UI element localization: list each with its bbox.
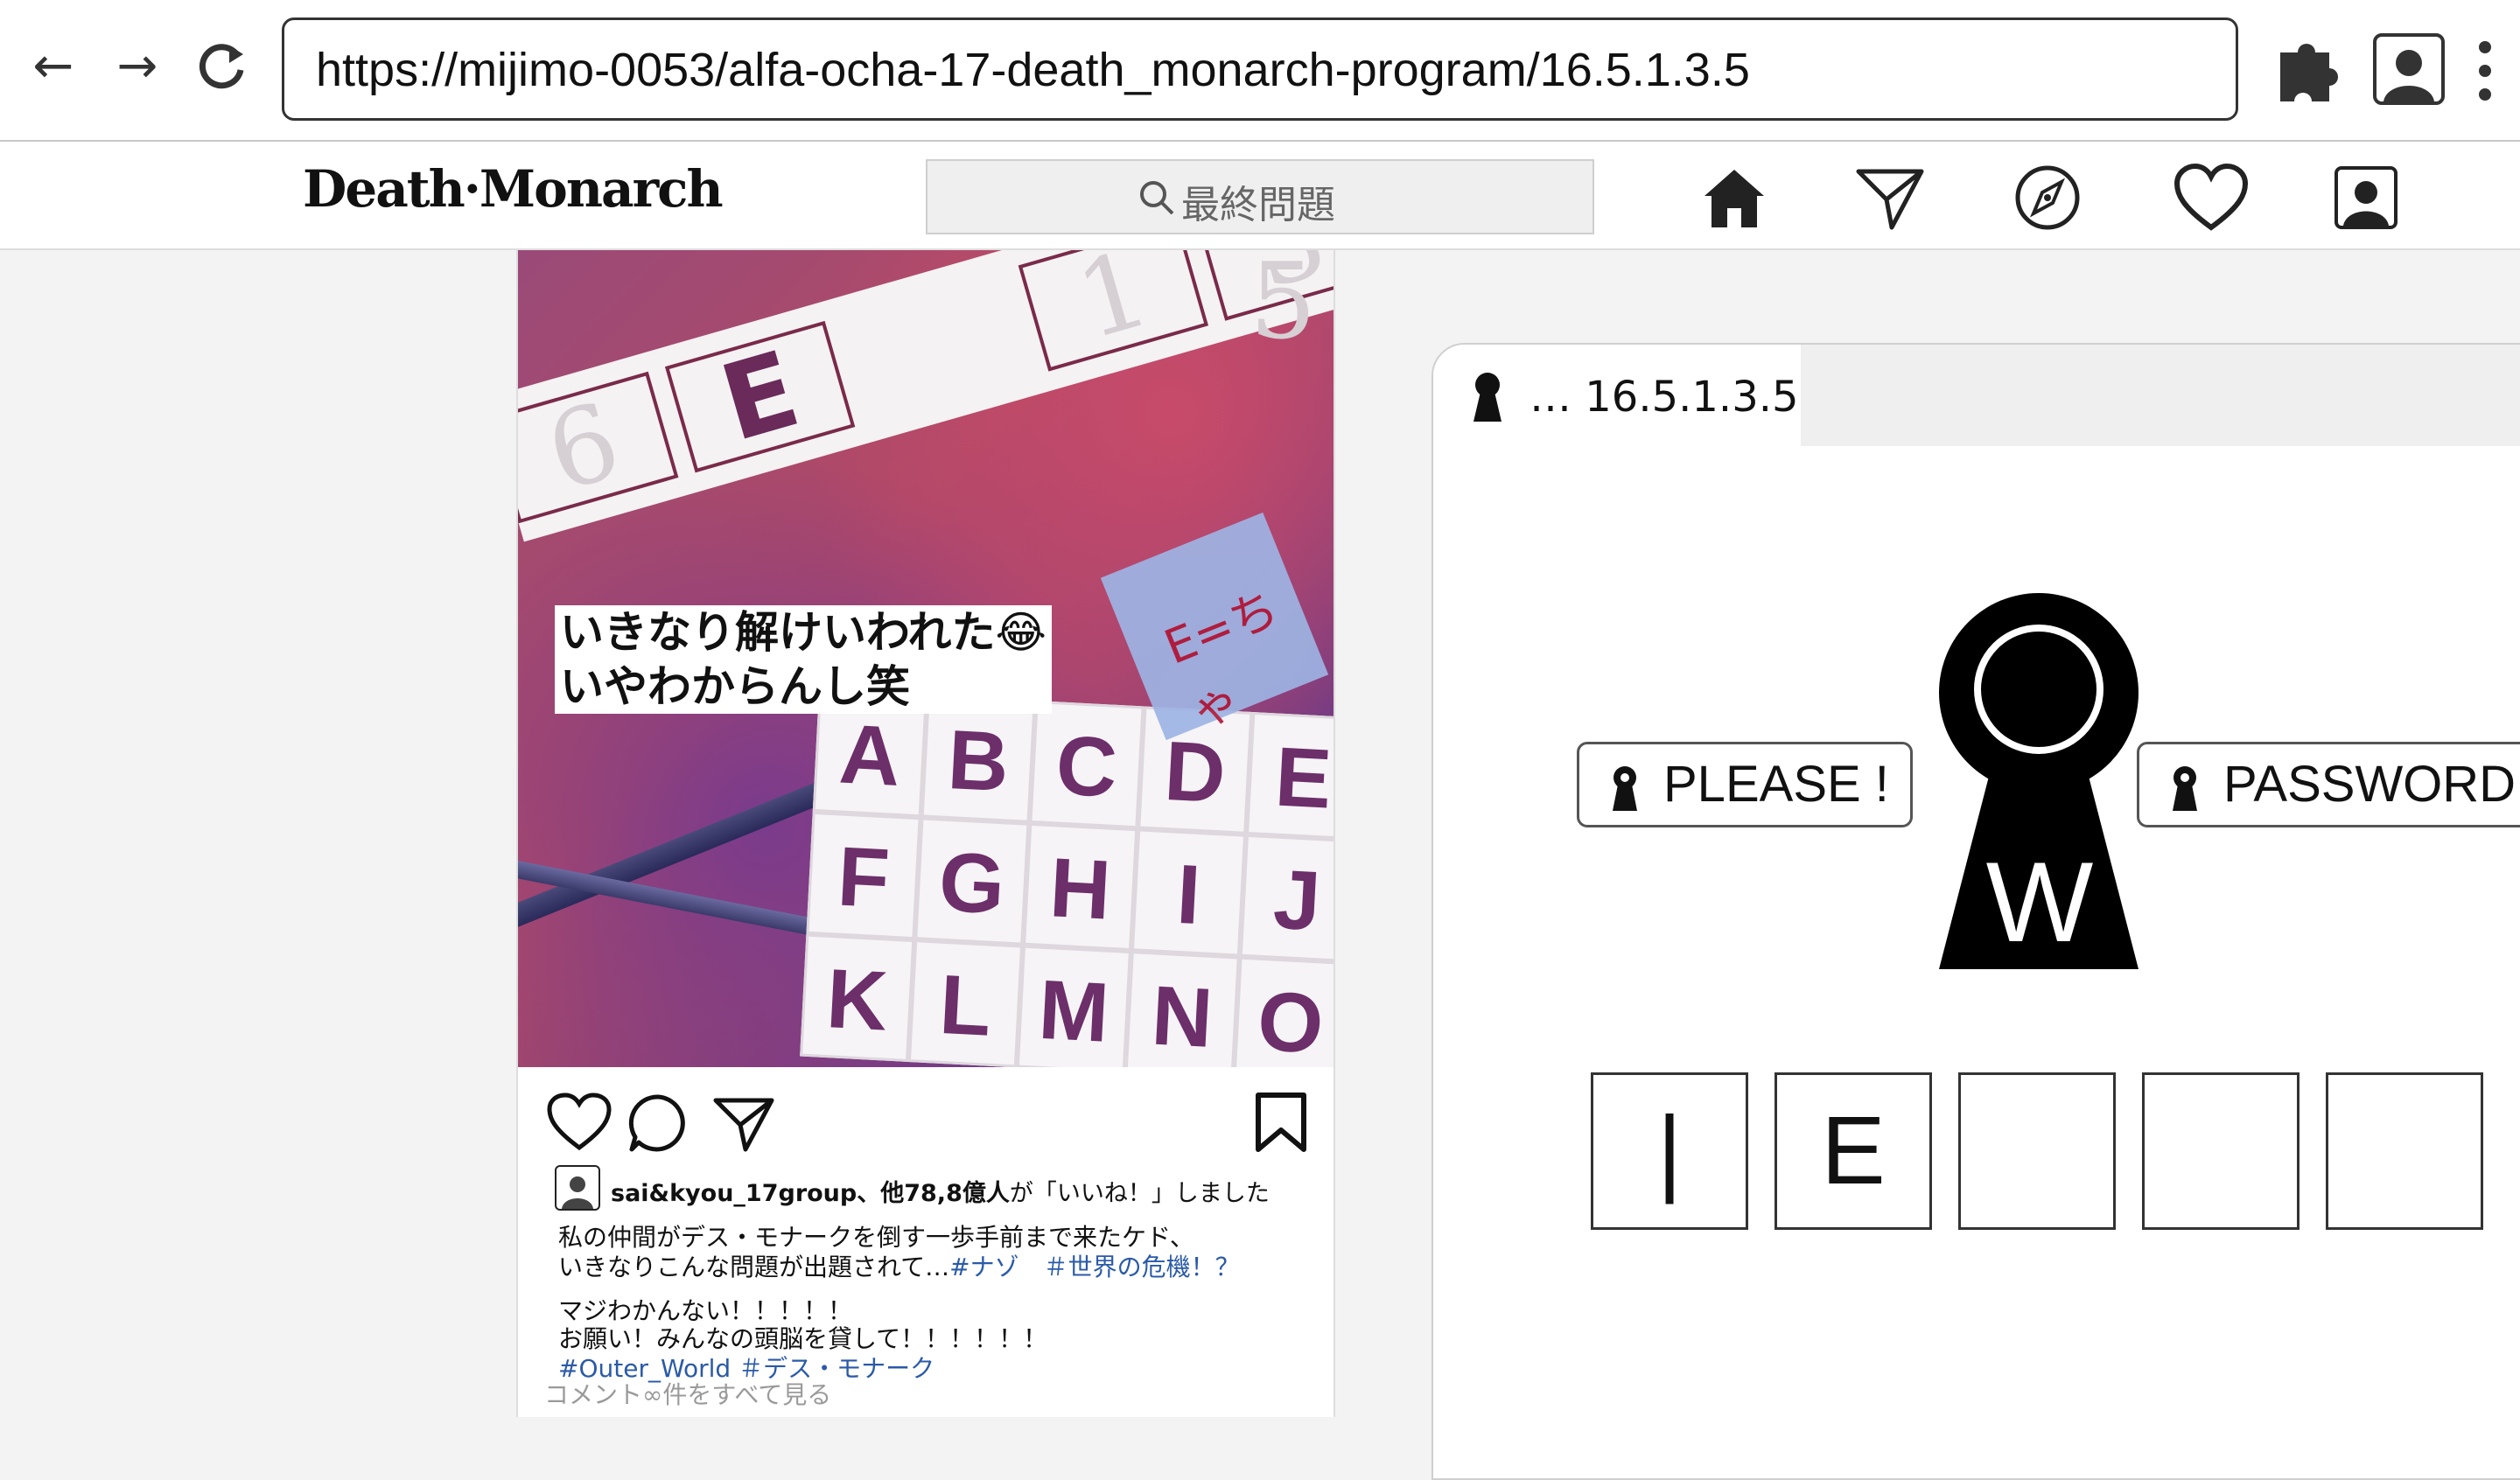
- letter-tile: M: [1016, 945, 1131, 1067]
- panel-tab[interactable]: … 16.5.1.3.5: [1433, 345, 1801, 446]
- browser-toolbar: ← → https://mijimo-0053/alfa-ocha-17-dea…: [0, 0, 2520, 142]
- letter-tile: J: [1239, 834, 1334, 963]
- strip-cell: E: [664, 320, 856, 473]
- search-input[interactable]: 最終問題: [926, 159, 1594, 234]
- big-keyhole-icon: W: [1937, 591, 2147, 976]
- password-label: PASSWORD !: [2137, 742, 2520, 827]
- post-body-line: いきなりこんな問題が出題されて…#ナゾ ＃世界の危機！？: [558, 1253, 1240, 1282]
- view-all-comments-link[interactable]: コメント∞件をすべて見る: [544, 1380, 831, 1410]
- bookmark-icon[interactable]: [1253, 1092, 1320, 1158]
- caption-line: いやわからんし笑: [560, 661, 910, 712]
- keyhole-icon: [1613, 766, 1637, 811]
- password-char-box[interactable]: |: [1591, 1072, 1748, 1230]
- keyhole-icon: [1474, 373, 1502, 422]
- caption-line: いきなり解けいわれた😂: [560, 607, 1046, 658]
- activity-heart-icon[interactable]: [2174, 163, 2249, 233]
- search-placeholder: 最終問題: [1181, 183, 1335, 227]
- post-body-text: いきなりこんな問題が出題されて…: [558, 1253, 950, 1281]
- site-logo[interactable]: Death·Monarch: [303, 159, 724, 219]
- letter-tile: F: [806, 811, 921, 940]
- profile-avatar-icon[interactable]: [2373, 33, 2445, 105]
- strip-cell: [842, 270, 1032, 422]
- letter-tile: B: [920, 695, 1036, 823]
- keyhole-icon: [2173, 766, 2197, 811]
- letter-tile: G: [914, 817, 1030, 946]
- letter-tile: C: [1029, 701, 1144, 829]
- post-body-line: 私の仲間がデス・モナークを倒す一歩手前まで来たケド、: [558, 1223, 1194, 1252]
- panel-tab-bar: … 16.5.1.3.5: [1433, 345, 2520, 446]
- please-label: PLEASE !: [1577, 742, 1913, 827]
- liker-suffix: が「いいね！」しました: [1009, 1180, 1270, 1207]
- password-char-box[interactable]: [2142, 1072, 2300, 1230]
- strip-cell: 1: [1018, 250, 1209, 372]
- reload-icon[interactable]: [191, 35, 252, 96]
- search-icon: [1140, 181, 1174, 215]
- photo-caption: いきなり解けいわれた😂 いやわからんし笑: [555, 605, 1052, 714]
- post-actions: [518, 1067, 1334, 1163]
- password-text: PASSWORD !: [2223, 756, 2520, 813]
- menu-kebab-icon[interactable]: [2474, 40, 2496, 105]
- address-bar[interactable]: https://mijimo-0053/alfa-ocha-17-death_m…: [282, 17, 2238, 121]
- keyhole-letter: W: [1985, 838, 2094, 966]
- letter-tile: L: [907, 939, 1024, 1067]
- hashtag-link[interactable]: #Outer_World ＃デス・モナーク: [558, 1354, 934, 1384]
- letter-tile: N: [1124, 951, 1240, 1067]
- strip-cell: 6: [518, 371, 679, 524]
- post-body-line: お願い！みんなの頭脳を貸して！！！！！！: [558, 1324, 1048, 1353]
- site-header: Death·Monarch 最終問題: [0, 142, 2520, 250]
- number-strip: 6 E 1 3: [518, 250, 1334, 542]
- password-panel: … 16.5.1.3.5 PLEASE ! PASSWORD ! W | E: [1432, 343, 2520, 1480]
- home-icon[interactable]: [1699, 163, 1769, 233]
- url-text: https://mijimo-0053/alfa-ocha-17-death_m…: [316, 44, 1750, 96]
- avatar[interactable]: [555, 1165, 600, 1211]
- post-photo: 6 E 1 3 5 ABCDEFGHIJKLMNO E=ちゃ いきなり解けいわれ…: [518, 250, 1334, 1067]
- post-body-line: マジわかんない！！！！！: [558, 1296, 853, 1325]
- password-char-box[interactable]: [2326, 1072, 2483, 1230]
- back-button[interactable]: ←: [23, 35, 84, 96]
- letter-tile: K: [800, 933, 915, 1062]
- please-text: PLEASE !: [1663, 756, 1889, 813]
- post-card: 6 E 1 3 5 ABCDEFGHIJKLMNO E=ちゃ いきなり解けいわれ…: [516, 250, 1335, 1417]
- share-send-icon[interactable]: [712, 1092, 779, 1158]
- comment-bubble-icon[interactable]: [626, 1092, 693, 1158]
- forward-button[interactable]: →: [107, 35, 168, 96]
- letter-tile: O: [1233, 956, 1334, 1067]
- strip-digit-last: 5: [1250, 250, 1317, 363]
- liker-others[interactable]: 、他78,8億人: [857, 1180, 1010, 1207]
- profile-icon[interactable]: [2334, 166, 2398, 229]
- liker-username[interactable]: sai&kyou_17group: [611, 1180, 857, 1207]
- letter-tile: E: [1246, 711, 1334, 841]
- panel-tab-label: … 16.5.1.3.5: [1530, 373, 1799, 422]
- letter-tile: H: [1023, 822, 1138, 952]
- hashtag-link[interactable]: #ナゾ ＃世界の危機！？: [949, 1253, 1239, 1281]
- letter-tile: I: [1130, 828, 1247, 957]
- password-char-box[interactable]: E: [1774, 1072, 1932, 1230]
- letter-grid: ABCDEFGHIJKLMNO: [795, 689, 1334, 1067]
- like-heart-icon[interactable]: [546, 1092, 612, 1158]
- explore-compass-icon[interactable]: [2012, 163, 2082, 233]
- password-char-box[interactable]: [1958, 1072, 2116, 1230]
- direct-message-icon[interactable]: [1855, 163, 1925, 233]
- likes-text: sai&kyou_17group、他78,8億人が「いいね！」しました: [611, 1174, 1270, 1208]
- extensions-puzzle-icon[interactable]: [2272, 33, 2345, 110]
